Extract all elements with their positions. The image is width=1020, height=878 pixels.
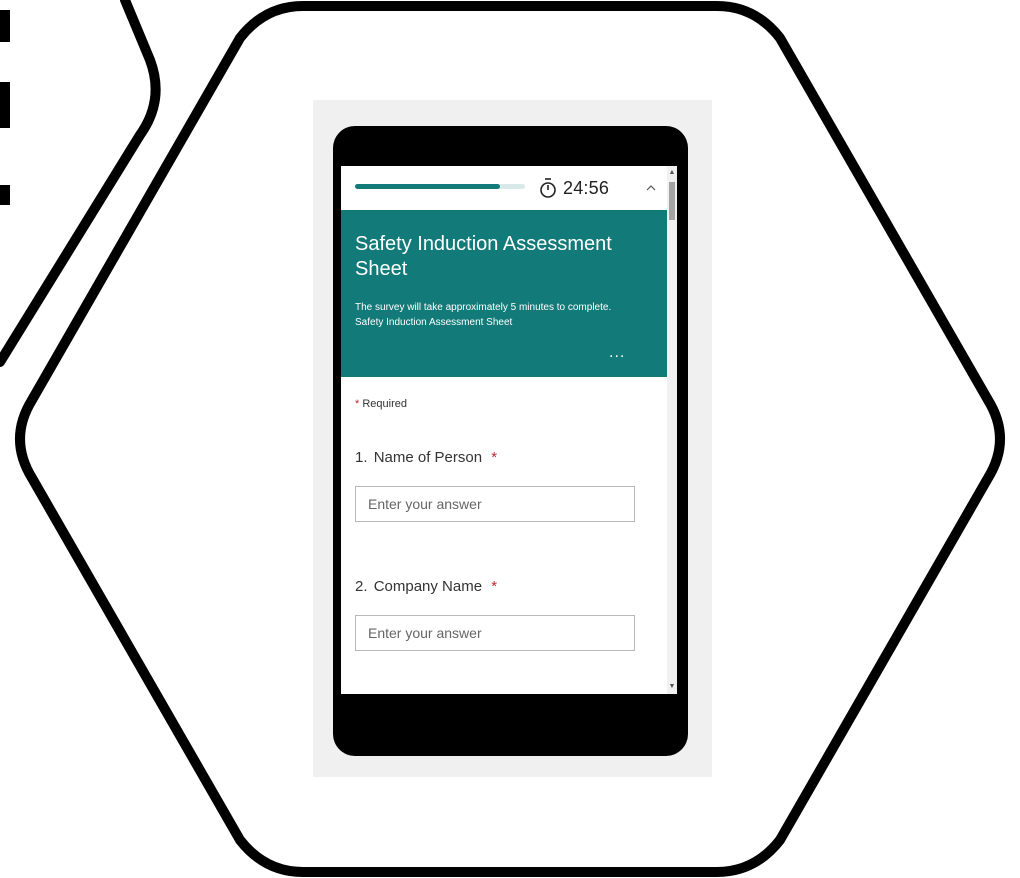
- question-2-text: Company Name: [373, 578, 483, 595]
- timer: 24:56: [538, 176, 609, 200]
- form-screen: 24:56 Safety Induction Assessment Sheet …: [341, 166, 677, 694]
- question-2-number: 2.: [355, 578, 368, 595]
- question-1-label: 1. Name of Person *: [355, 449, 497, 466]
- question-1-answer-input[interactable]: [355, 486, 635, 522]
- form-header: Safety Induction Assessment Sheet The su…: [341, 210, 667, 377]
- progress-fill: [355, 184, 500, 189]
- decor-bar-middle: [0, 82, 10, 128]
- scroll-down-arrow-icon[interactable]: ▼: [668, 682, 676, 692]
- decor-bar-bottom: [0, 185, 10, 205]
- question-2-answer-input[interactable]: [355, 615, 635, 651]
- chevron-up-icon: [646, 185, 656, 191]
- stopwatch-icon: [540, 178, 556, 198]
- scroll-up-arrow-icon[interactable]: ▲: [668, 168, 676, 178]
- left-hexagon-outline: [0, 0, 161, 367]
- question-1-text: Name of Person: [373, 449, 483, 466]
- required-note: * Required: [355, 398, 407, 410]
- form-title: Safety Induction Assessment Sheet: [355, 233, 612, 280]
- question-2-label: 2. Company Name *: [355, 578, 497, 595]
- collapse-button[interactable]: [641, 178, 661, 198]
- phone-frame: 24:56 Safety Induction Assessment Sheet …: [333, 126, 688, 756]
- progress-bar: [355, 184, 525, 189]
- required-label: Required: [362, 398, 407, 410]
- question-1-number: 1.: [355, 449, 368, 466]
- required-star: *: [355, 398, 360, 410]
- timer-text: 24:56: [563, 177, 610, 198]
- decor-bar-top: [0, 10, 10, 42]
- question-1-required-star: *: [491, 449, 498, 466]
- more-options-button[interactable]: ...: [609, 345, 635, 361]
- scrollbar-thumb[interactable]: [669, 182, 675, 220]
- question-2-required-star: *: [491, 578, 498, 595]
- form-description: The survey will take approximately 5 min…: [355, 302, 612, 328]
- scrollbar[interactable]: ▲ ▼: [667, 166, 677, 694]
- form-top-bar: 24:56: [341, 166, 667, 210]
